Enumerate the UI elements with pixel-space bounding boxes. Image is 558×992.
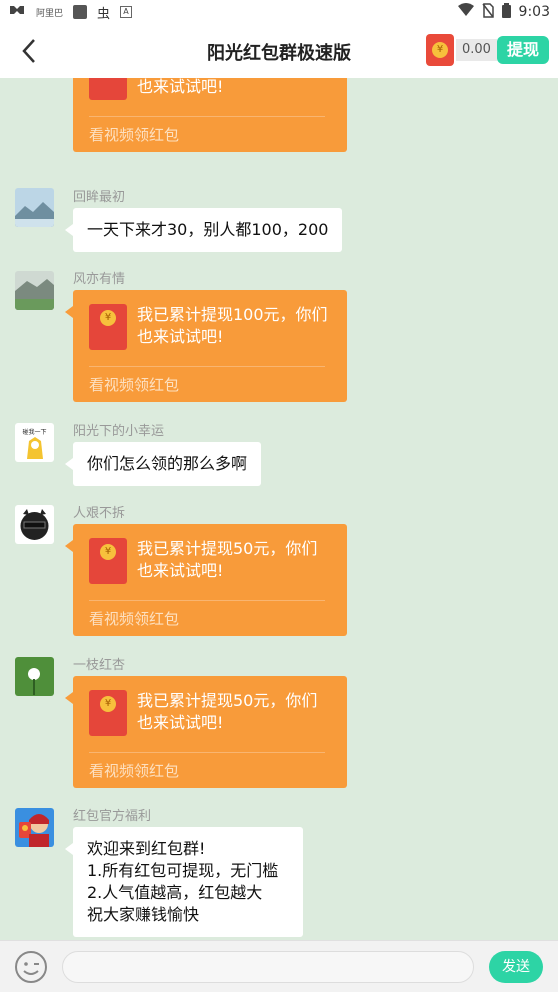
chevron-left-icon bbox=[22, 39, 35, 63]
avatar[interactable] bbox=[15, 657, 54, 696]
message-bubble[interactable]: 欢迎来到红包群! 1.所有红包可提现，无门槛 2.人气值越高，红包越大 祝大家赚… bbox=[65, 827, 303, 937]
avatar[interactable] bbox=[15, 808, 54, 847]
status-bar: 阿里巴 虫 A 9:03 bbox=[0, 0, 558, 24]
red-packet-card[interactable]: ¥ 我已累计提现100元，你们也来试试吧! 看视频领红包 bbox=[65, 290, 347, 402]
red-envelope-icon: ¥ bbox=[89, 538, 127, 584]
message-line: 1.所有红包可提现，无门槛 bbox=[87, 861, 279, 880]
balance-amount: 0.00 bbox=[456, 39, 497, 61]
red-packet-text: 我已累计提现50元，你们也来试试吧! bbox=[137, 539, 318, 580]
app-notification-label-2: 虫 bbox=[97, 6, 111, 22]
battery-icon bbox=[501, 2, 511, 22]
red-packet-footer: 看视频领红包 bbox=[89, 376, 180, 394]
red-packet-card[interactable]: ¥ 我已累计提现50元，你们也来试试吧! 看视频领红包 bbox=[65, 524, 347, 636]
red-packet-text: 我已累计提现100元，你们也来试试吧! bbox=[137, 305, 328, 346]
sender-name: 阳光下的小幸运 bbox=[73, 424, 165, 439]
emoji-button[interactable] bbox=[14, 950, 48, 984]
red-packet-footer: 看视频领红包 bbox=[89, 126, 180, 144]
red-packet-footer: 看视频领红包 bbox=[89, 610, 180, 628]
sender-name: 一枝红杏 bbox=[73, 658, 126, 673]
input-bar: 发送 bbox=[0, 940, 558, 992]
red-packet-card[interactable]: ¥ 我已累计提现200元，你们也来试试吧! 看视频领红包 bbox=[73, 78, 347, 152]
avatar[interactable] bbox=[15, 188, 54, 227]
message-bubble[interactable]: 你们怎么领的那么多啊 bbox=[64, 442, 262, 486]
withdraw-button[interactable]: 提现 bbox=[496, 36, 549, 64]
status-time: 9:03 bbox=[518, 4, 550, 20]
coin-icon: ¥ bbox=[100, 696, 116, 712]
wifi-icon bbox=[457, 3, 474, 21]
red-packet-footer: 看视频领红包 bbox=[89, 762, 180, 780]
divider bbox=[89, 366, 325, 367]
red-packet-card[interactable]: ¥ 我已累计提现50元，你们也来试试吧! 看视频领红包 bbox=[65, 676, 347, 788]
red-envelope-icon: ¥ bbox=[426, 34, 454, 66]
message-input[interactable] bbox=[62, 951, 474, 983]
coin-icon: ¥ bbox=[100, 310, 116, 326]
avatar-caption: 碰我一下 bbox=[22, 428, 46, 436]
avatar[interactable] bbox=[15, 271, 54, 310]
red-packet-text: 我已累计提现200元，你们也来试试吧! bbox=[137, 78, 224, 96]
send-button[interactable]: 发送 bbox=[489, 951, 543, 983]
status-left: 阿里巴 虫 A bbox=[8, 3, 133, 22]
message-line: 欢迎来到红包群! bbox=[87, 839, 206, 858]
avatar[interactable] bbox=[15, 505, 54, 544]
app-notification-label: 阿里巴 bbox=[36, 8, 64, 19]
message-line: 2.人气值越高，红包越大 bbox=[87, 883, 263, 902]
divider bbox=[89, 752, 325, 753]
wallet-widget: ¥ 0.00 提现 bbox=[426, 34, 549, 66]
red-envelope-icon: ¥ bbox=[89, 78, 127, 100]
message-line: 祝大家赚钱愉快 bbox=[87, 905, 200, 924]
sender-name: 回眸最初 bbox=[73, 190, 126, 205]
red-envelope-icon: ¥ bbox=[89, 690, 127, 736]
title-bar: 阳光红包群极速版 ¥ 0.00 提现 bbox=[0, 24, 558, 78]
coin-icon: ¥ bbox=[100, 544, 116, 560]
divider bbox=[89, 116, 325, 117]
sender-name: 人艰不拆 bbox=[73, 506, 126, 521]
red-packet-text: 我已累计提现50元，你们也来试试吧! bbox=[137, 691, 318, 732]
coin-icon: ¥ bbox=[432, 42, 448, 58]
back-button[interactable] bbox=[16, 36, 44, 66]
game-controller-icon bbox=[8, 4, 26, 20]
app-notification-a-icon: A bbox=[120, 6, 133, 18]
avatar[interactable]: 碰我一下 bbox=[15, 423, 54, 462]
red-envelope-icon: ¥ bbox=[89, 304, 127, 350]
divider bbox=[89, 600, 325, 601]
sender-name: 红包官方福利 bbox=[73, 809, 152, 824]
sender-name: 风亦有情 bbox=[73, 272, 126, 287]
status-right: 9:03 bbox=[457, 2, 550, 22]
smiley-icon bbox=[15, 951, 47, 983]
chat-list[interactable]: ¥ 我已累计提现200元，你们也来试试吧! 看视频领红包 回眸最初 一天下来才3… bbox=[0, 78, 558, 940]
message-bubble[interactable]: 一天下来才30，别人都100，200 bbox=[64, 208, 343, 252]
no-sim-icon bbox=[481, 2, 494, 22]
app-notification-icon bbox=[73, 5, 88, 19]
